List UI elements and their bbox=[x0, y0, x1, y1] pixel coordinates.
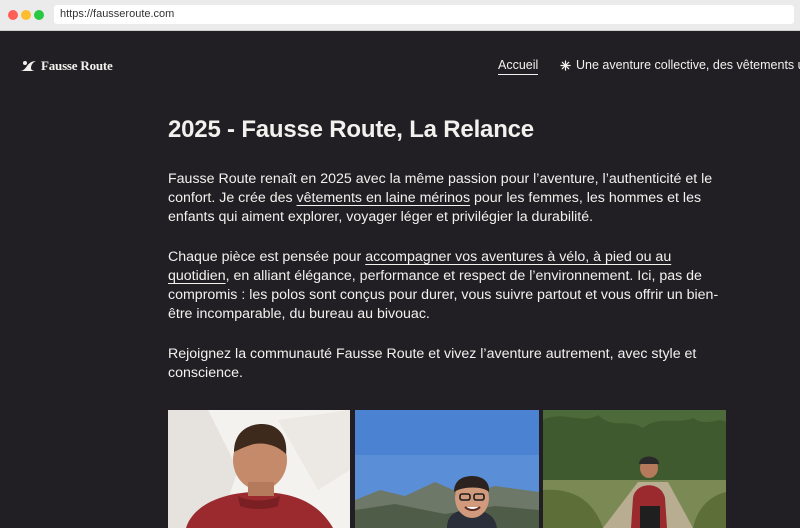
address-bar[interactable]: https://fausseroute.com bbox=[54, 5, 794, 24]
mission-paragraph: Chaque pièce est pensée pour accompagner… bbox=[168, 248, 728, 324]
site-logo[interactable]: Fausse Route bbox=[19, 58, 113, 74]
p2-text-after: , en alliant élégance, performance et re… bbox=[168, 268, 719, 322]
photo-man-back-red-polo bbox=[168, 410, 350, 528]
minimize-window-button[interactable] bbox=[21, 10, 31, 20]
browser-chrome: https://fausseroute.com bbox=[0, 0, 800, 31]
merino-clothing-link[interactable]: vêtements en laine mérinos bbox=[297, 190, 471, 206]
community-paragraph: Rejoignez la communauté Fausse Route et … bbox=[168, 346, 697, 381]
intro-paragraph: Fausse Route renaît en 2025 avec la même… bbox=[168, 170, 728, 227]
nav-link-accueil[interactable]: Accueil bbox=[498, 58, 539, 75]
marquee-text: Une aventure collective, des vêtements u… bbox=[576, 58, 800, 72]
p2-text-before: Chaque pièce est pensée pour bbox=[168, 249, 366, 265]
asterisk-icon bbox=[560, 59, 571, 71]
page-title: 2025 - Fausse Route, La Relance bbox=[168, 116, 534, 143]
site-header: Fausse Route Accueil Une aventure collec… bbox=[0, 30, 800, 100]
maximize-window-button[interactable] bbox=[34, 10, 44, 20]
main-content: 2025 - Fausse Route, La Relance Fausse R… bbox=[168, 100, 728, 383]
wave-logo-icon bbox=[20, 61, 36, 71]
close-window-button[interactable] bbox=[8, 10, 18, 20]
photo-gallery bbox=[168, 410, 726, 528]
logo-text: Fausse Route bbox=[41, 58, 113, 73]
announcement-marquee: Une aventure collective, des vêtements u… bbox=[560, 58, 800, 72]
photo-cyclist-forest-path bbox=[543, 410, 726, 528]
photo-smiling-man-mountains bbox=[355, 410, 539, 528]
